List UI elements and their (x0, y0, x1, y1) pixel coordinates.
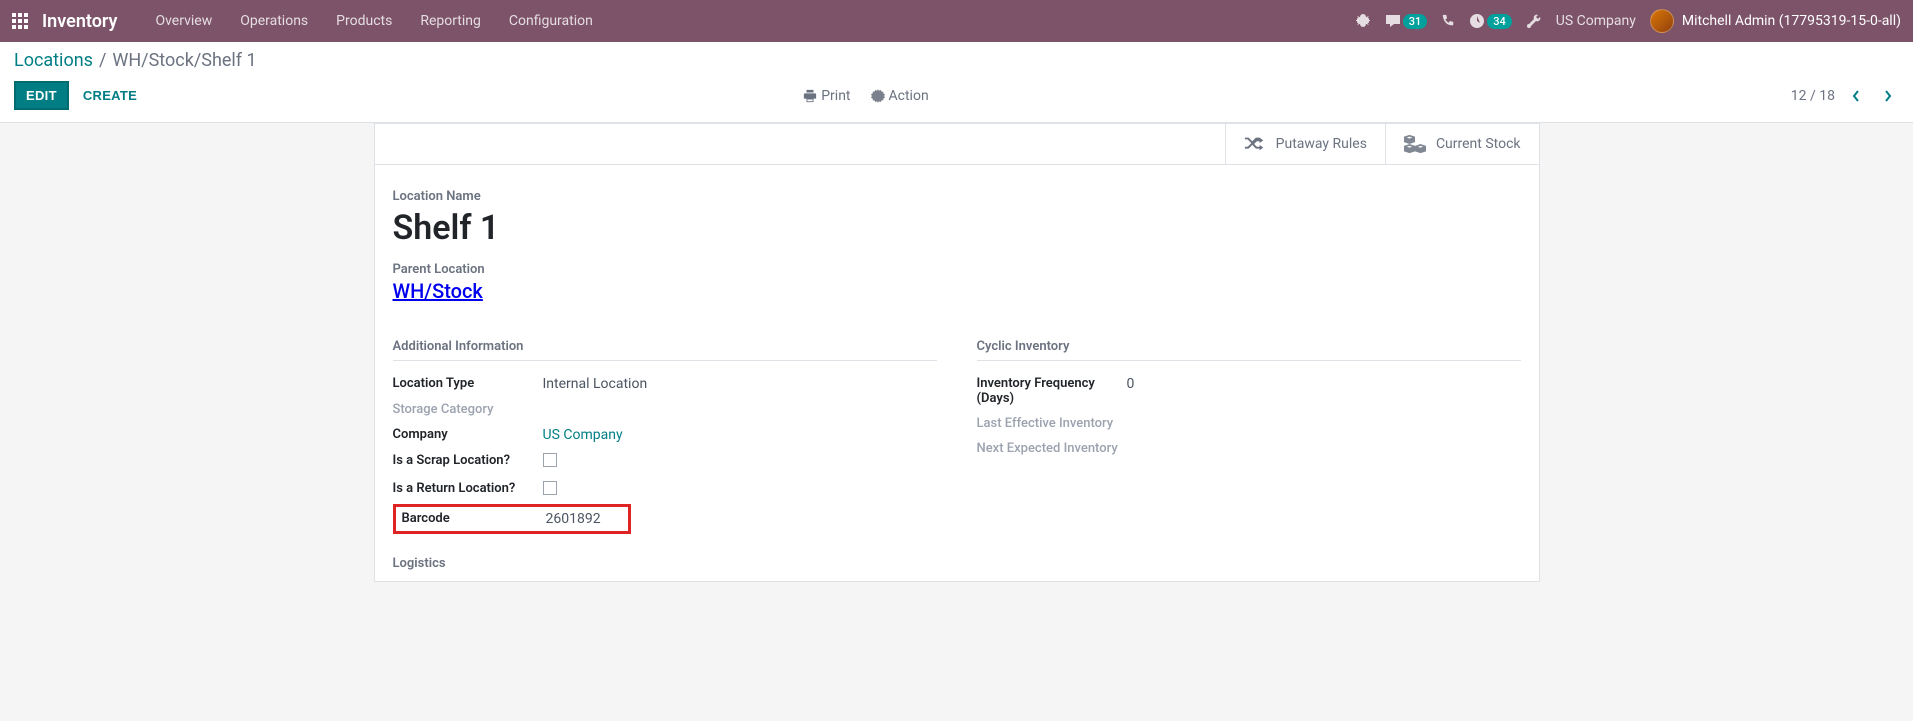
current-stock-button[interactable]: Current Stock (1385, 124, 1539, 164)
company-selector[interactable]: US Company (1556, 13, 1636, 29)
breadcrumb-current: WH/Stock/Shelf 1 (112, 50, 256, 71)
cyclic-inventory-title: Cyclic Inventory (977, 339, 1521, 361)
location-name-label: Location Name (393, 189, 1521, 204)
scrap-location-label: Is a Scrap Location? (393, 453, 543, 468)
location-type-label: Location Type (393, 376, 543, 391)
breadcrumb: Locations / WH/Stock/Shelf 1 (14, 50, 1899, 71)
barcode-highlight: Barcode 2601892 (393, 504, 631, 534)
apps-icon[interactable] (12, 13, 28, 29)
top-navbar: Inventory Overview Operations Products R… (0, 0, 1913, 42)
breadcrumb-sep: / (99, 50, 106, 71)
storage-category-label: Storage Category (393, 402, 543, 417)
app-brand[interactable]: Inventory (42, 11, 117, 32)
gear-icon (871, 89, 885, 103)
form-sheet: Putaway Rules Current Stock Location Nam… (374, 123, 1540, 582)
messages-icon[interactable]: 31 (1385, 13, 1428, 29)
additional-information-group: Additional Information Location Type Int… (393, 339, 937, 571)
return-location-label: Is a Return Location? (393, 481, 543, 496)
bug-icon[interactable] (1355, 13, 1371, 29)
cyclic-inventory-group: Cyclic Inventory Inventory Frequency (Da… (977, 339, 1521, 571)
shuffle-icon (1244, 134, 1266, 154)
last-effective-inventory-label: Last Effective Inventory (977, 416, 1127, 431)
location-type-value: Internal Location (543, 376, 648, 392)
menu-configuration[interactable]: Configuration (495, 0, 607, 42)
debug-tools-icon[interactable] (1526, 13, 1542, 29)
putaway-rules-button[interactable]: Putaway Rules (1225, 124, 1385, 164)
parent-location-value[interactable]: WH/Stock (393, 279, 1521, 303)
messages-badge: 31 (1403, 14, 1428, 29)
menu-reporting[interactable]: Reporting (406, 0, 495, 42)
inventory-frequency-value: 0 (1127, 376, 1135, 392)
phone-icon[interactable] (1441, 14, 1455, 28)
breadcrumb-root[interactable]: Locations (14, 50, 93, 71)
pager-prev[interactable] (1845, 85, 1867, 107)
print-action[interactable]: Print (803, 88, 850, 104)
action-label: Action (889, 88, 929, 104)
edit-button[interactable]: EDIT (14, 81, 69, 110)
logistics-title: Logistics (393, 556, 937, 571)
pager-counter[interactable]: 12 / 18 (1791, 88, 1835, 104)
location-name-value: Shelf 1 (393, 208, 1521, 248)
parent-location-link[interactable]: WH/Stock (393, 279, 483, 303)
company-label: Company (393, 427, 543, 442)
barcode-label: Barcode (402, 511, 546, 526)
barcode-value: 2601892 (546, 511, 601, 527)
action-dropdown[interactable]: Action (871, 88, 929, 104)
activities-badge: 34 (1487, 14, 1512, 29)
return-location-checkbox[interactable] (543, 481, 557, 495)
button-box: Putaway Rules Current Stock (375, 124, 1539, 165)
activities-icon[interactable]: 34 (1469, 13, 1512, 29)
current-stock-label: Current Stock (1436, 136, 1521, 152)
boxes-icon (1404, 134, 1426, 154)
next-expected-inventory-label: Next Expected Inventory (977, 441, 1127, 456)
create-button[interactable]: CREATE (79, 83, 141, 108)
print-icon (803, 89, 817, 103)
company-value[interactable]: US Company (543, 427, 623, 443)
putaway-rules-label: Putaway Rules (1276, 136, 1367, 152)
menu-products[interactable]: Products (322, 0, 406, 42)
scrap-location-checkbox[interactable] (543, 453, 557, 467)
additional-information-title: Additional Information (393, 339, 937, 361)
avatar-icon (1650, 9, 1674, 33)
control-panel: Locations / WH/Stock/Shelf 1 EDIT CREATE… (0, 42, 1913, 123)
user-menu[interactable]: Mitchell Admin (17795319-15-0-all) (1650, 9, 1901, 33)
print-label: Print (821, 88, 850, 104)
parent-location-label: Parent Location (393, 262, 1521, 277)
inventory-frequency-label: Inventory Frequency (Days) (977, 376, 1127, 406)
menu-operations[interactable]: Operations (226, 0, 322, 42)
menu-overview[interactable]: Overview (141, 0, 226, 42)
user-name: Mitchell Admin (17795319-15-0-all) (1682, 13, 1901, 29)
pager-next[interactable] (1877, 85, 1899, 107)
